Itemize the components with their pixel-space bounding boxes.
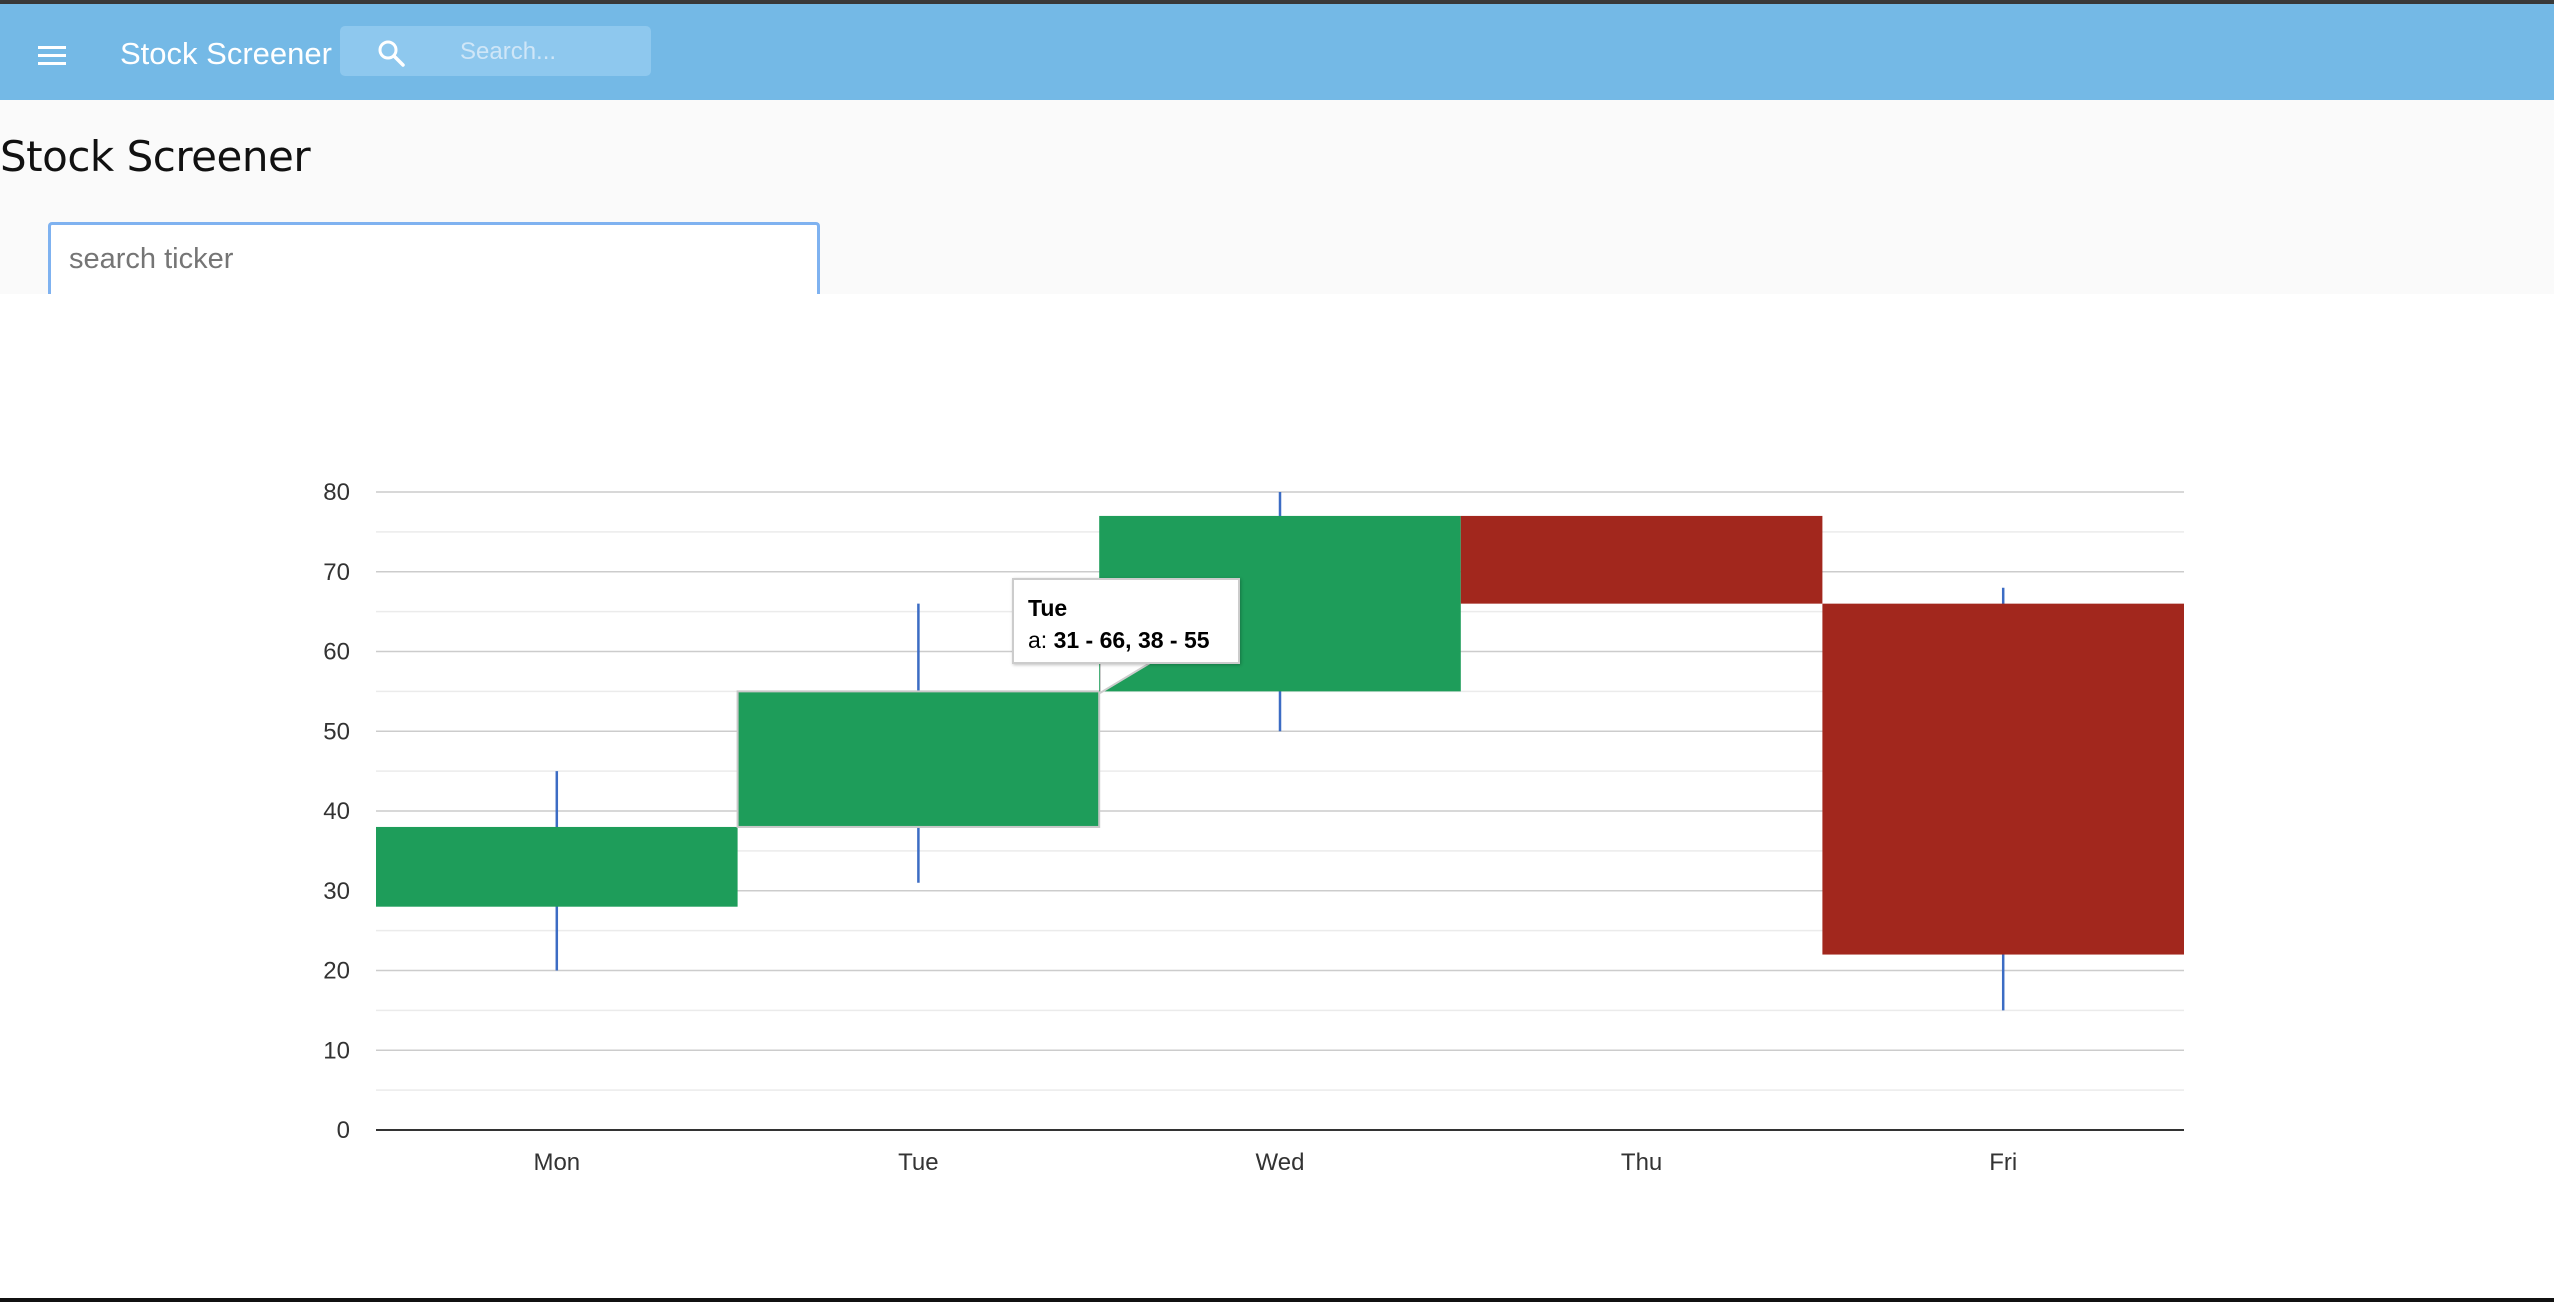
- x-tick-label: Fri: [1989, 1149, 2017, 1176]
- x-tick-label: Wed: [1256, 1149, 1305, 1176]
- x-tick-label: Thu: [1621, 1149, 1662, 1176]
- tooltip-series-name: a: [1028, 627, 1041, 653]
- y-tick-label: 50: [323, 718, 350, 745]
- menu-button[interactable]: [28, 34, 78, 78]
- tooltip-pointer: [1100, 662, 1150, 694]
- x-tick-label: Tue: [898, 1149, 938, 1176]
- y-tick-label: 70: [323, 559, 350, 586]
- hamburger-menu-icon: [38, 46, 66, 65]
- y-tick-label: 60: [323, 639, 350, 666]
- y-tick-label: 40: [323, 798, 350, 825]
- app-title: Stock Screener: [120, 36, 332, 71]
- tooltip-title: Tue: [1028, 595, 1068, 621]
- page-header: Stock Screener: [0, 100, 2554, 294]
- appbar-search[interactable]: [340, 26, 651, 76]
- appbar-search-input[interactable]: [458, 34, 642, 70]
- app-bar: Stock Screener: [0, 4, 2554, 100]
- y-tick-label: 30: [323, 878, 350, 905]
- tooltip-row: a: 31 - 66, 38 - 55: [1028, 627, 1210, 653]
- page-title: Stock Screener: [0, 132, 311, 181]
- chart-tooltip: Tue a: 31 - 66, 38 - 55: [1012, 578, 1240, 664]
- window-bottom-border: [0, 1298, 2554, 1302]
- y-tick-label: 0: [337, 1117, 350, 1144]
- candle-body: [1460, 515, 1823, 604]
- search-icon: [378, 40, 405, 67]
- candlestick-chart: 0 10 20 30 40 50 60 70 80 Mon Tue Wed Thu Fri: [323, 479, 2184, 1176]
- x-tick-label: Mon: [533, 1149, 580, 1176]
- candle-body: [736, 690, 1101, 828]
- candle-body-layer: [376, 515, 2184, 955]
- y-tick-label: 80: [323, 479, 350, 506]
- ticker-search-input[interactable]: [48, 222, 820, 294]
- y-tick-label: 10: [323, 1037, 350, 1064]
- tooltip-values: 31 - 66, 38 - 55: [1053, 627, 1210, 653]
- candle-body: [376, 826, 738, 907]
- y-tick-label: 20: [323, 958, 350, 985]
- candle-body: [1822, 603, 2184, 955]
